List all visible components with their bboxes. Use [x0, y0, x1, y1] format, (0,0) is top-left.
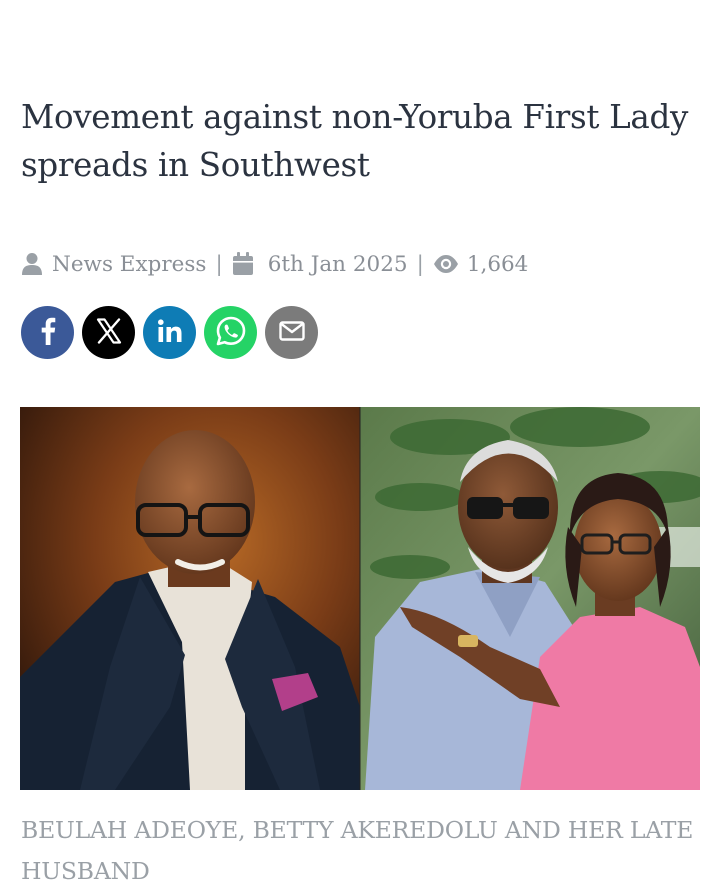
eye-icon — [433, 254, 459, 274]
whatsapp-share-button[interactable] — [204, 306, 257, 359]
article-title: Movement against non-Yoruba First Lady s… — [21, 98, 689, 184]
linkedin-share-button[interactable] — [143, 306, 196, 359]
whatsapp-icon — [215, 315, 247, 351]
view-count: 1,664 — [466, 251, 529, 277]
meta-separator: | — [215, 251, 223, 277]
author-link[interactable]: News Express — [52, 252, 206, 277]
calendar-icon — [232, 252, 254, 276]
share-bar — [21, 306, 318, 359]
meta-separator: | — [416, 251, 424, 277]
facebook-icon — [40, 317, 56, 349]
article-image — [20, 407, 700, 790]
linkedin-icon — [157, 318, 183, 347]
publish-date: 6th Jan 2025 — [267, 251, 408, 277]
x-icon — [96, 317, 122, 348]
user-icon — [21, 252, 43, 276]
email-share-button[interactable] — [265, 306, 318, 359]
image-caption: BEULAH ADEOYE, BETTY AKEREDOLU AND HER L… — [21, 816, 694, 885]
envelope-icon — [278, 320, 305, 345]
x-share-button[interactable] — [82, 306, 135, 359]
article-meta: News Express | 6th Jan 2025 | 1,664 — [21, 247, 528, 281]
facebook-share-button[interactable] — [21, 306, 74, 359]
